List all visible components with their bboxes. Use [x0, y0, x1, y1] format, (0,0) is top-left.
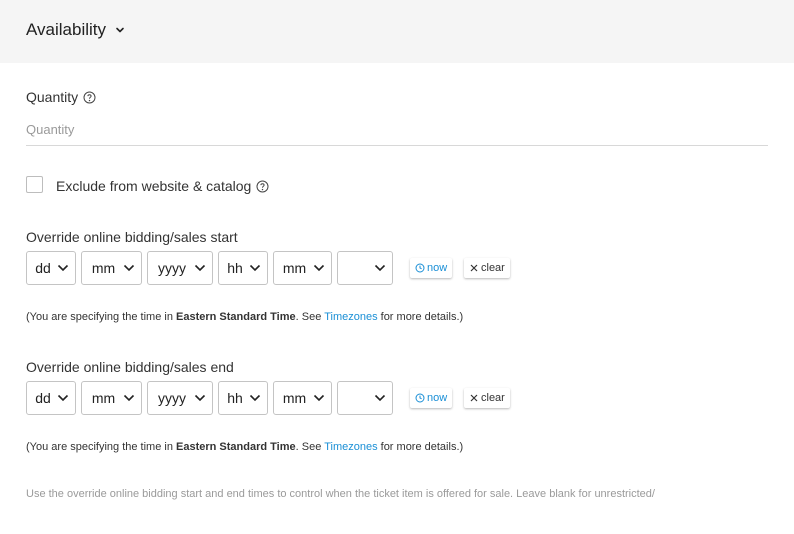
start-year-select[interactable]: yyyy — [147, 251, 213, 285]
quantity-label: Quantity — [26, 89, 79, 105]
end-timezones-link[interactable]: Timezones — [324, 441, 377, 453]
question-circle-icon[interactable] — [256, 180, 269, 193]
start-now-button[interactable]: now — [410, 258, 453, 278]
start-month-select[interactable]: mm — [81, 251, 142, 285]
end-ampm-select[interactable] — [337, 381, 393, 415]
exclude-label: Exclude from website & catalog — [56, 178, 252, 194]
caret-down-icon — [57, 264, 69, 272]
exclude-checkbox[interactable] — [26, 176, 43, 193]
end-hour-select[interactable]: hh — [218, 381, 268, 415]
end-now-button[interactable]: now — [410, 388, 453, 408]
quantity-input[interactable] — [26, 114, 768, 146]
end-day-select[interactable]: dd — [26, 381, 76, 415]
x-icon — [470, 394, 478, 402]
override-hint: Use the override online bidding start an… — [26, 488, 655, 500]
caret-down-icon — [194, 394, 206, 402]
start-minute-select[interactable]: mm — [273, 251, 332, 285]
caret-down-icon — [313, 264, 325, 272]
question-circle-icon[interactable] — [83, 91, 96, 104]
caret-down-icon — [249, 264, 261, 272]
start-timezone-note: (You are specifying the time in Eastern … — [26, 311, 464, 323]
end-month-select[interactable]: mm — [81, 381, 142, 415]
end-clear-button[interactable]: clear — [464, 388, 510, 408]
end-label: Override online bidding/sales end — [26, 359, 234, 375]
start-ampm-select[interactable] — [337, 251, 393, 285]
caret-down-icon — [374, 394, 386, 402]
availability-header: Availability — [0, 0, 794, 63]
end-year-select[interactable]: yyyy — [147, 381, 213, 415]
quantity-label-row: Quantity — [26, 89, 96, 105]
exclude-label-row: Exclude from website & catalog — [56, 178, 269, 194]
start-label-row: Override online bidding/sales start — [26, 229, 238, 245]
end-timezone-note: (You are specifying the time in Eastern … — [26, 441, 464, 453]
end-minute-select[interactable]: mm — [273, 381, 332, 415]
start-hour-select[interactable]: hh — [218, 251, 268, 285]
start-timezones-link[interactable]: Timezones — [324, 311, 377, 323]
chevron-down-icon — [116, 27, 124, 33]
caret-down-icon — [313, 394, 325, 402]
availability-toggle[interactable]: Availability — [26, 20, 126, 40]
start-clear-button[interactable]: clear — [464, 258, 510, 278]
start-label: Override online bidding/sales start — [26, 229, 238, 245]
caret-down-icon — [194, 264, 206, 272]
caret-down-icon — [57, 394, 69, 402]
caret-down-icon — [123, 264, 135, 272]
caret-down-icon — [249, 394, 261, 402]
caret-down-icon — [123, 394, 135, 402]
clock-icon — [415, 393, 425, 403]
section-title: Availability — [26, 20, 107, 39]
start-day-select[interactable]: dd — [26, 251, 76, 285]
x-icon — [470, 264, 478, 272]
clock-icon — [415, 263, 425, 273]
end-label-row: Override online bidding/sales end — [26, 359, 234, 375]
caret-down-icon — [374, 264, 386, 272]
